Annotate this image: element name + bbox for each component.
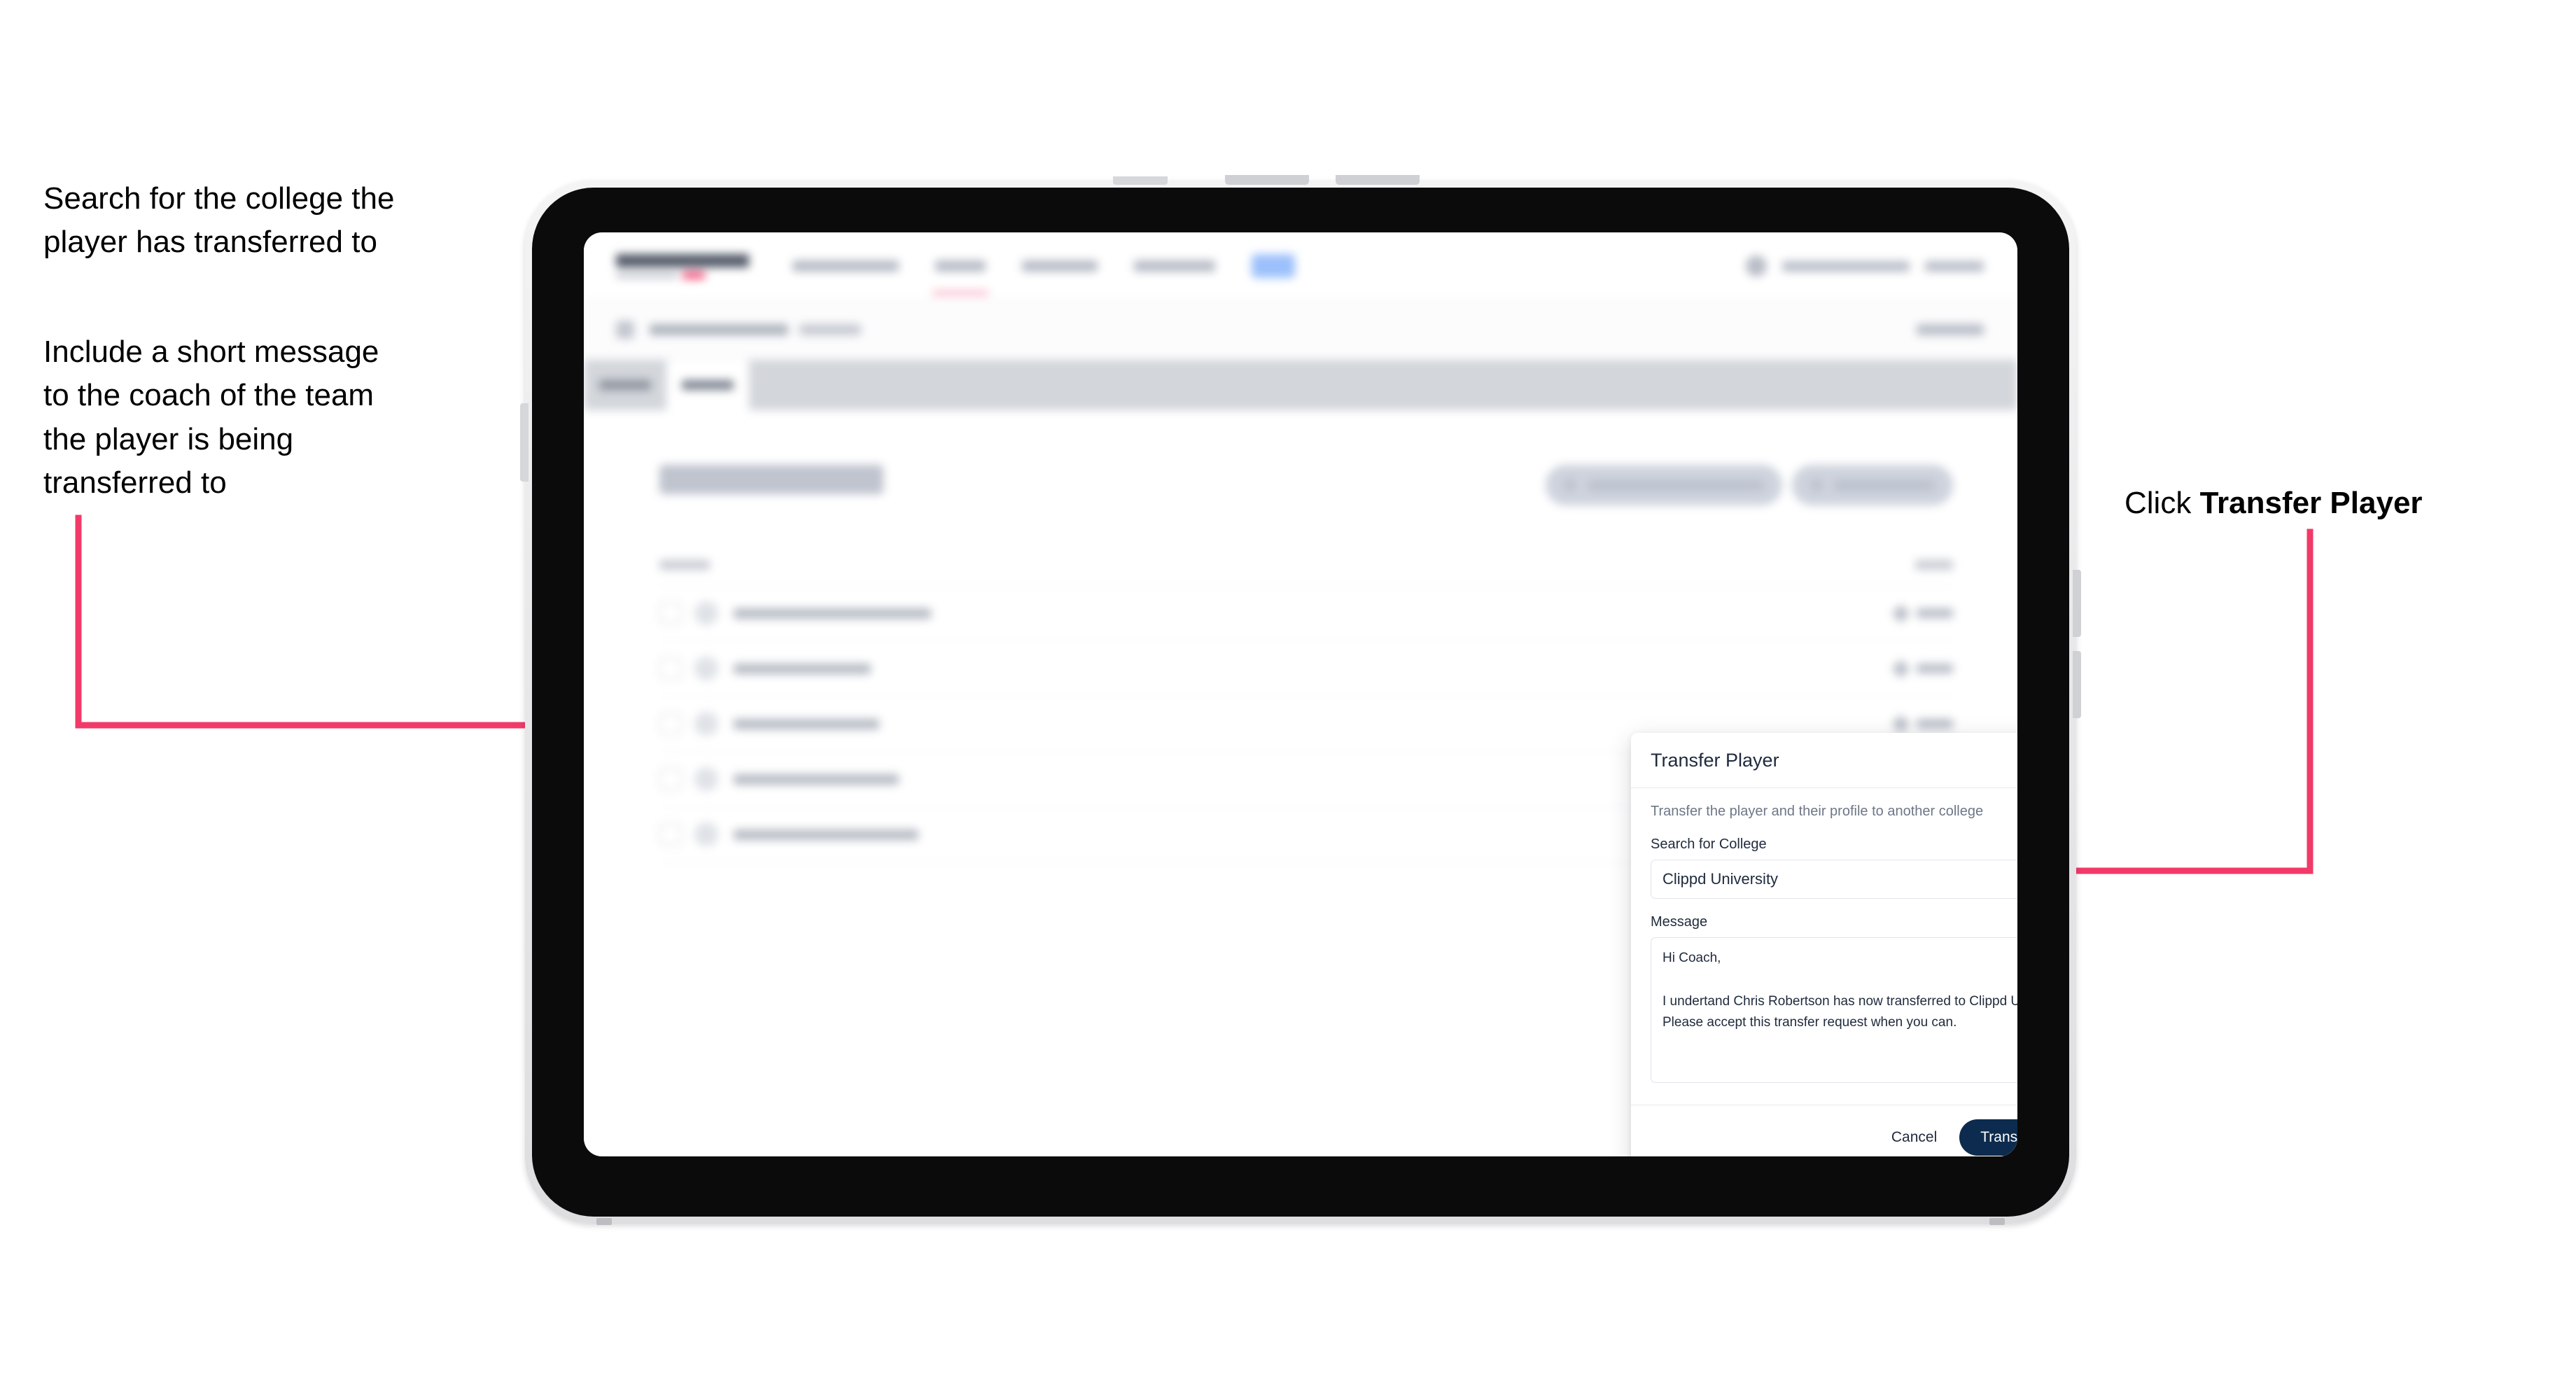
row-checkbox[interactable] bbox=[659, 768, 682, 790]
transfer-player-modal: Transfer Player ✕ Transfer the player an… bbox=[1631, 733, 2017, 1156]
add-player-button[interactable] bbox=[1792, 465, 1953, 505]
row-edit-label bbox=[1917, 719, 1953, 729]
message-textarea[interactable]: Hi Coach, I undertand Chris Robertson ha… bbox=[1651, 937, 2017, 1083]
page-title bbox=[659, 465, 883, 494]
roster-column-action bbox=[1915, 560, 1953, 570]
row-edit-action[interactable] bbox=[1891, 714, 1953, 734]
annotation-click-transfer-player: Click Transfer Player bbox=[2124, 482, 2544, 525]
primary-nav bbox=[792, 254, 1295, 295]
annotation-search-college: Search for the college the player has tr… bbox=[43, 181, 395, 260]
power-button[interactable] bbox=[1113, 176, 1168, 185]
nav-item-2[interactable] bbox=[932, 260, 988, 295]
modal-title: Transfer Player bbox=[1651, 749, 1779, 771]
nav-item-4-label bbox=[1134, 260, 1215, 272]
breadcrumb-bar bbox=[584, 300, 2017, 360]
row-avatar bbox=[694, 601, 718, 625]
transfer-player-button[interactable]: Transfer Player bbox=[1959, 1119, 2017, 1156]
row-checkbox[interactable] bbox=[659, 602, 682, 624]
row-player-name bbox=[734, 718, 879, 729]
breadcrumb-secondary bbox=[799, 324, 861, 335]
tab-roster-label bbox=[682, 380, 734, 390]
college-field-label: Search for College bbox=[1651, 836, 1767, 852]
side-button-right-lower[interactable] bbox=[2073, 651, 2081, 718]
tablet-device: Transfer Player ✕ Transfer the player an… bbox=[520, 175, 2081, 1225]
row-edit-action[interactable] bbox=[1891, 659, 1953, 678]
annotation-right-prefix: Click bbox=[2124, 486, 2200, 520]
pencil-icon bbox=[1891, 659, 1910, 678]
side-button-left[interactable] bbox=[520, 403, 528, 482]
request-player-transfer-button[interactable] bbox=[1546, 465, 1782, 505]
nav-item-3[interactable] bbox=[1022, 260, 1098, 272]
modal-footer: Cancel Transfer Player bbox=[1631, 1105, 2017, 1156]
nav-item-3-label bbox=[1022, 260, 1098, 272]
row-avatar bbox=[694, 712, 718, 736]
search-college-input[interactable] bbox=[1651, 860, 2017, 899]
brand-wordmark bbox=[616, 253, 749, 267]
tab-strip bbox=[584, 360, 2017, 410]
pencil-icon bbox=[1891, 714, 1910, 734]
breadcrumb-primary[interactable] bbox=[650, 324, 788, 335]
nav-item-4[interactable] bbox=[1134, 260, 1215, 272]
modal-header: Transfer Player ✕ bbox=[1631, 733, 2017, 788]
tablet-bezel: Transfer Player ✕ Transfer the player an… bbox=[532, 188, 2069, 1217]
brand-logo[interactable] bbox=[616, 253, 749, 279]
row-player-name bbox=[734, 829, 918, 840]
row-checkbox[interactable] bbox=[659, 713, 682, 735]
roster-list-header bbox=[659, 545, 1953, 586]
annotation-right-bold: Transfer Player bbox=[2199, 486, 2423, 520]
nav-item-badge[interactable] bbox=[1252, 254, 1295, 278]
nav-item-1-label bbox=[792, 260, 899, 272]
breadcrumb-icon bbox=[616, 321, 634, 339]
brand-tagline bbox=[616, 272, 749, 279]
field-spacer bbox=[1651, 899, 2017, 914]
brand-accent-mark bbox=[682, 272, 705, 279]
nav-item-2-label bbox=[935, 260, 986, 272]
row-avatar bbox=[694, 822, 718, 846]
app-top-navbar bbox=[584, 232, 2017, 300]
cancel-button[interactable]: Cancel bbox=[1889, 1124, 1940, 1152]
table-row[interactable] bbox=[659, 641, 1953, 696]
add-player-icon bbox=[1810, 479, 1823, 491]
brand-tagline-text bbox=[616, 272, 678, 278]
row-edit-label bbox=[1917, 664, 1953, 673]
device-foot-right bbox=[1989, 1218, 2005, 1225]
tablet-screen: Transfer Player ✕ Transfer the player an… bbox=[584, 232, 2017, 1156]
annotation-include-message: Include a short message to the coach of … bbox=[43, 335, 379, 500]
row-checkbox[interactable] bbox=[659, 823, 682, 846]
row-avatar bbox=[694, 767, 718, 791]
device-foot-left bbox=[596, 1218, 612, 1225]
table-row[interactable] bbox=[659, 586, 1953, 641]
nav-item-1[interactable] bbox=[792, 260, 899, 272]
tab-profile[interactable] bbox=[584, 360, 666, 410]
request-transfer-label bbox=[1588, 479, 1764, 491]
message-field-label: Message bbox=[1651, 914, 1708, 930]
row-edit-action[interactable] bbox=[1891, 603, 1953, 623]
user-email-label bbox=[1782, 260, 1910, 272]
row-checkbox[interactable] bbox=[659, 657, 682, 680]
row-avatar bbox=[694, 657, 718, 680]
tab-roster[interactable] bbox=[666, 360, 749, 410]
roster-column-name bbox=[659, 560, 710, 570]
nav-badge-highlight bbox=[1252, 254, 1295, 278]
volume-down-button[interactable] bbox=[1336, 175, 1420, 185]
volume-up-button[interactable] bbox=[1225, 175, 1309, 185]
add-player-label bbox=[1834, 479, 1935, 491]
user-menu[interactable] bbox=[1746, 255, 1984, 276]
modal-body: Transfer the player and their profile to… bbox=[1631, 788, 2017, 1105]
row-player-name bbox=[734, 608, 931, 619]
modal-description: Transfer the player and their profile to… bbox=[1651, 804, 1984, 819]
pencil-icon bbox=[1891, 603, 1910, 623]
row-player-name bbox=[734, 663, 871, 674]
row-edit-label bbox=[1917, 608, 1953, 618]
avatar bbox=[1746, 255, 1767, 276]
request-transfer-icon bbox=[1564, 479, 1576, 491]
tab-profile-label bbox=[599, 380, 651, 390]
row-player-name bbox=[734, 774, 899, 785]
breadcrumb-cancel-link[interactable] bbox=[1917, 324, 1984, 335]
side-button-right-upper[interactable] bbox=[2073, 570, 2081, 637]
sign-out-link[interactable] bbox=[1925, 260, 1984, 272]
nav-active-underline bbox=[932, 290, 988, 295]
